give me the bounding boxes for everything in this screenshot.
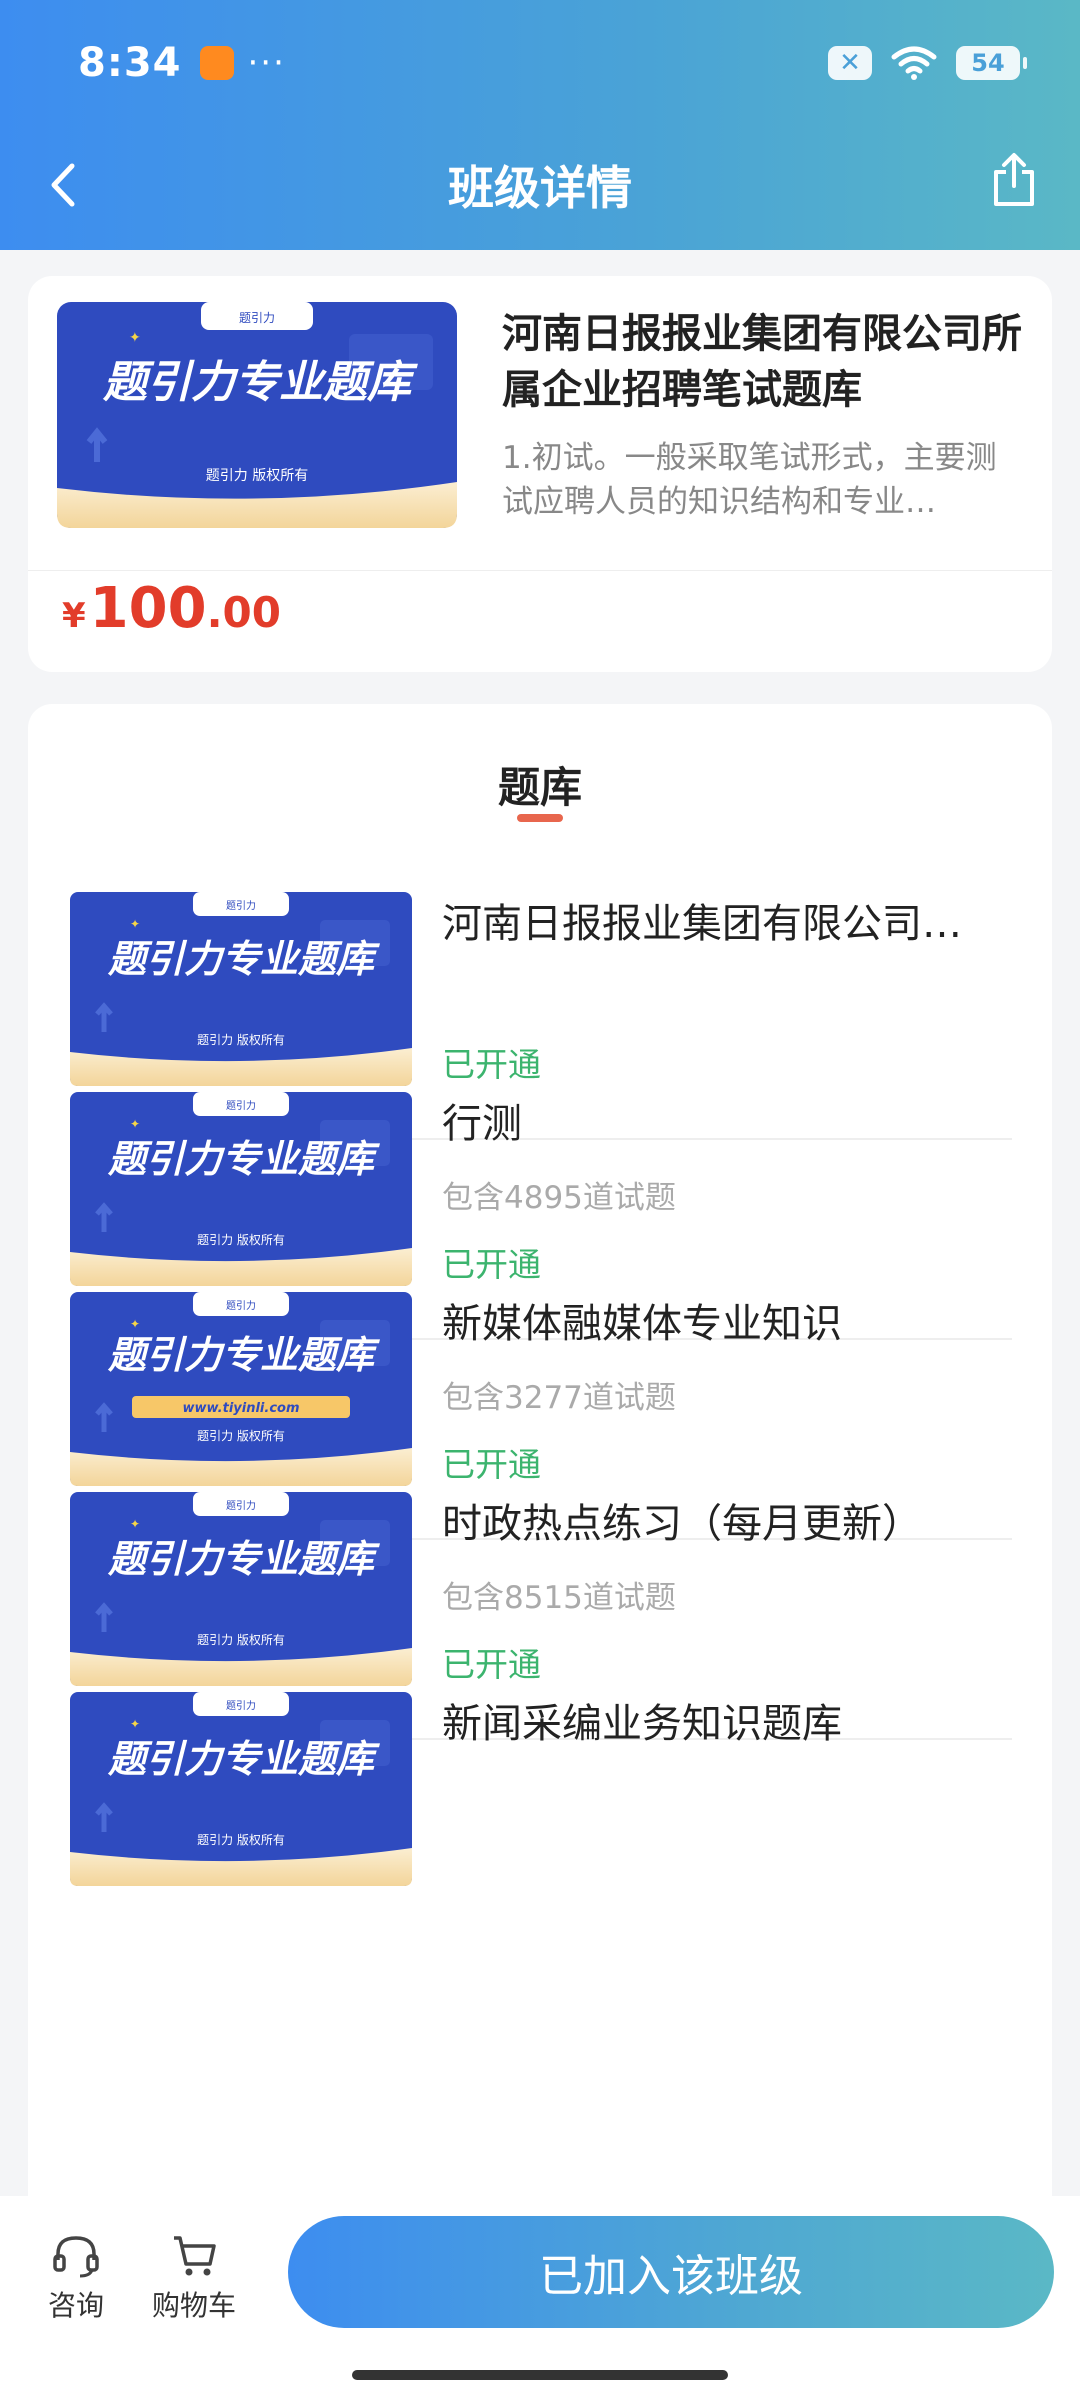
bank-name: 新媒体融媒体专业知识 [442, 1301, 842, 1347]
class-cover-image: 题引力 ✦ 题引力专业题库 题引力 版权所有 [57, 302, 457, 528]
bank-status-opened: 已开通 [442, 1645, 541, 1684]
bank-name: 时政热点练习（每月更新） [442, 1501, 922, 1547]
bank-name: 行测 [442, 1101, 522, 1147]
cover-url-text: www.tiyinli.com [182, 1401, 299, 1416]
cover-footer-text: 题引力 版权所有 [197, 1429, 285, 1443]
cover-footer-text: 题引力 版权所有 [197, 1633, 285, 1647]
bank-cover-image: 题引力 ✦ 题引力专业题库题引力 版权所有 [70, 1692, 412, 1886]
cover-logo-text: 题引力 [226, 1099, 256, 1112]
bank-name: 河南日报报业集团有限公司… [442, 901, 962, 947]
cover-logo-text: 题引力 [239, 311, 275, 325]
cover-footer-text: 题引力 版权所有 [197, 1233, 285, 1247]
price-integer: 100 [89, 576, 207, 641]
battery-icon: 54 [956, 46, 1027, 80]
bank-cover-image: 题引力 ✦ 题引力专业题库题引力 版权所有 [70, 1092, 412, 1286]
tab-active-indicator [517, 814, 563, 822]
cover-footer-text: 题引力 版权所有 [197, 1033, 285, 1047]
bank-status-opened: 已开通 [442, 1245, 541, 1284]
joined-class-button[interactable]: 已加入该班级 [288, 2216, 1054, 2328]
status-bar: 8:34 ··· ✕ 54 [78, 36, 1027, 90]
class-title: 河南日报报业集团有限公司所属企业招聘笔试题库 [502, 311, 1022, 413]
cover-main-text: 题引力专业题库 [107, 1137, 380, 1181]
price-symbol: ¥ [62, 596, 86, 636]
share-icon[interactable] [988, 152, 1040, 208]
class-price: ¥ 100 .00 [62, 576, 281, 672]
divider [28, 570, 1052, 571]
cart-icon [174, 2236, 216, 2276]
bank-question-count: 包含3277道试题 [442, 1380, 676, 1416]
cover-main-text: 题引力专业题库 [102, 357, 418, 408]
cover-logo-text: 题引力 [226, 1699, 256, 1712]
cart-label: 购物车 [151, 2289, 236, 2322]
headset-icon [53, 2236, 99, 2278]
data-off-icon: ✕ [828, 46, 872, 80]
cover-logo-text: 题引力 [226, 1499, 256, 1512]
cover-main-text: 题引力专业题库 [107, 1333, 380, 1377]
cart-button[interactable]: 购物车 [144, 2232, 244, 2324]
bank-status-opened: 已开通 [442, 1445, 541, 1484]
bank-list-item[interactable]: 题引力 ✦ 题引力专业题库题引力 版权所有 新闻采编业务知识题库 [68, 1692, 1012, 1998]
bank-cover-image: 题引力 ✦ 题引力专业题库题引力 版权所有 [70, 892, 412, 1086]
home-indicator[interactable] [352, 2370, 728, 2380]
tab-question-bank[interactable]: 题库 [28, 754, 1052, 815]
class-description: 1.初试。一般采取笔试形式，主要测试应聘人员的知识结构和专业… [502, 440, 997, 520]
cover-main-text: 题引力专业题库 [107, 937, 380, 981]
bank-cover-image: 题引力 ✦ 题引力专业题库题引力 版权所有 [70, 1492, 412, 1686]
svg-text:✦: ✦ [130, 1317, 140, 1331]
status-time: 8:34 [78, 40, 182, 86]
bottom-action-bar: 咨询 购物车 已加入该班级 [0, 2196, 1080, 2400]
bank-status-opened: 已开通 [442, 1045, 541, 1084]
svg-text:✦: ✦ [130, 917, 140, 931]
consult-button[interactable]: 咨询 [26, 2232, 126, 2324]
app-header: 8:34 ··· ✕ 54 班级详情 [0, 0, 1080, 250]
class-info-card: 题引力 ✦ 题引力专业题库 题引力 版权所有 河南日报报业集团有限公司所属企业招… [28, 276, 1052, 672]
cover-main-text: 题引力专业题库 [107, 1537, 380, 1581]
svg-text:✦: ✦ [130, 1717, 140, 1731]
page-title: 班级详情 [448, 161, 632, 215]
cover-footer-text: 题引力 版权所有 [206, 468, 308, 484]
shopping-app-icon [199, 46, 234, 80]
cover-footer-text: 题引力 版权所有 [197, 1833, 285, 1847]
bank-name: 新闻采编业务知识题库 [442, 1701, 842, 1747]
consult-label: 咨询 [47, 2289, 104, 2322]
question-bank-panel: 题库 题引力 ✦ 题引力专业题库 题引力 版权所有 河南日报报业集团有限公司… 已开通 题引… [28, 704, 1052, 2204]
bank-cover-image: 题引力 ✦ 题引力专业题库 www.tiyinli.com 题引力 版权所有 [70, 1292, 412, 1486]
price-decimal: .00 [206, 588, 281, 637]
cover-logo-text: 题引力 [226, 899, 256, 912]
bank-question-count: 包含4895道试题 [442, 1180, 676, 1216]
cover-logo-text: 题引力 [226, 1299, 256, 1312]
wifi-icon [891, 46, 937, 80]
svg-text:✦: ✦ [130, 1517, 140, 1531]
bank-question-count: 包含8515道试题 [442, 1580, 676, 1616]
svg-text:✦: ✦ [130, 1117, 140, 1131]
cover-main-text: 题引力专业题库 [107, 1737, 380, 1781]
svg-text:✦: ✦ [129, 330, 141, 346]
more-notifications-icon: ··· [247, 43, 286, 83]
